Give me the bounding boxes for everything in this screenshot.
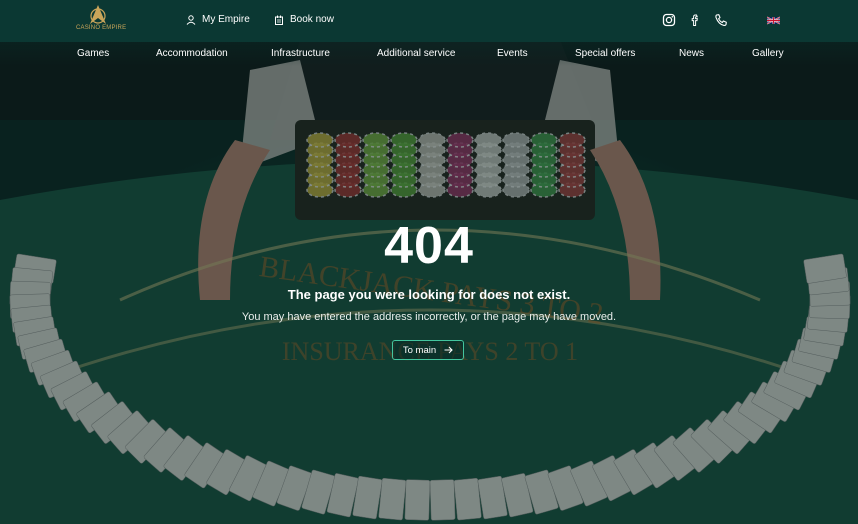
error-code: 404 bbox=[384, 217, 474, 275]
book-now-label: Book now bbox=[290, 14, 334, 25]
my-empire-label: My Empire bbox=[202, 14, 250, 25]
nav-item-gallery[interactable]: Gallery bbox=[752, 48, 784, 59]
nav-item-games[interactable]: Games bbox=[77, 48, 109, 59]
user-icon bbox=[186, 14, 196, 25]
my-empire-link[interactable]: My Empire bbox=[186, 14, 250, 25]
error-title: The page you were looking for does not e… bbox=[287, 287, 571, 302]
instagram-icon[interactable] bbox=[662, 13, 676, 27]
top-header: CASINO EMPIRE My Empire Book now bbox=[0, 0, 858, 42]
calendar-icon bbox=[275, 15, 283, 25]
nav-item-infrastructure[interactable]: Infrastructure bbox=[271, 48, 330, 59]
nav-item-additional-service[interactable]: Additional service bbox=[377, 48, 455, 59]
uk-flag-icon[interactable] bbox=[767, 16, 780, 25]
to-main-label: To main bbox=[402, 344, 437, 356]
logo-text: CASINO EMPIRE bbox=[76, 25, 127, 31]
nav-item-accommodation[interactable]: Accommodation bbox=[156, 48, 228, 59]
logo-emblem-icon bbox=[90, 5, 106, 24]
nav-item-special-offers[interactable]: Special offers bbox=[575, 48, 635, 59]
nav-item-events[interactable]: Events bbox=[497, 48, 528, 59]
arrow-right-icon bbox=[444, 346, 453, 354]
nav-item-news[interactable]: News bbox=[679, 48, 704, 59]
facebook-icon[interactable] bbox=[688, 13, 702, 27]
to-main-button[interactable]: To main bbox=[392, 340, 464, 360]
phone-icon[interactable] bbox=[714, 13, 728, 27]
book-now-link[interactable]: Book now bbox=[274, 14, 334, 25]
casino-empire-logo[interactable]: CASINO EMPIRE bbox=[76, 4, 127, 36]
error-subtitle: You may have entered the address incorre… bbox=[241, 311, 617, 323]
main-navigation: Games Accommodation Infrastructure Addit… bbox=[0, 42, 858, 66]
